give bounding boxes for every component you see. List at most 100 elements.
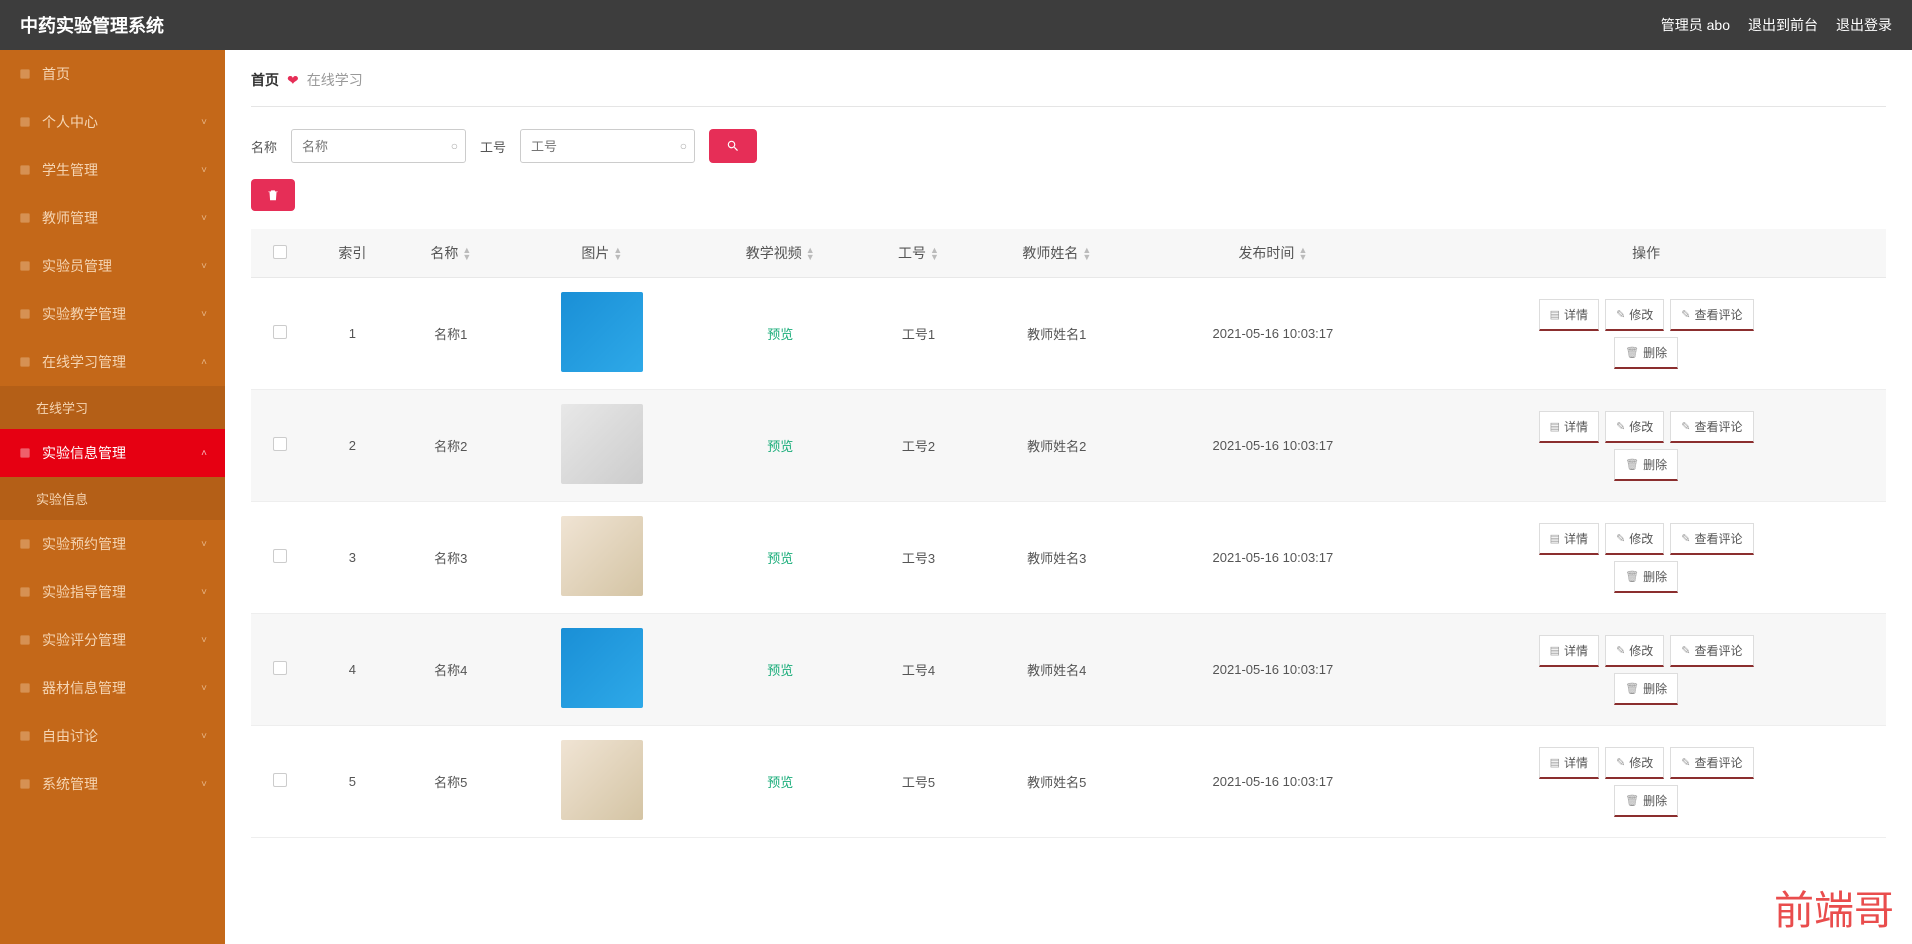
trash-icon xyxy=(266,188,280,202)
sidebar-item-label: 实验员管理 xyxy=(42,256,112,276)
thumbnail-image[interactable] xyxy=(561,740,643,820)
sidebar-item-label: 在线学习管理 xyxy=(42,352,126,372)
edit-button[interactable]: ✎修改 xyxy=(1605,299,1664,331)
comments-button[interactable]: ✎查看评论 xyxy=(1670,523,1753,555)
mic-icon xyxy=(18,537,32,551)
row-checkbox[interactable] xyxy=(273,325,287,339)
sidebar-item-6[interactable]: 在线学习管理˄ xyxy=(0,338,225,386)
sidebar-item-11[interactable]: 器材信息管理˅ xyxy=(0,664,225,712)
comments-button[interactable]: ✎查看评论 xyxy=(1670,299,1753,331)
sidebar-item-label: 实验指导管理 xyxy=(42,582,126,602)
detail-button[interactable]: ▤详情 xyxy=(1539,299,1599,331)
search-id-input[interactable] xyxy=(520,129,695,163)
thumbnail-image[interactable] xyxy=(561,292,643,372)
logout-front-link[interactable]: 退出到前台 xyxy=(1748,15,1818,35)
preview-link[interactable]: 预览 xyxy=(767,551,793,566)
select-all-checkbox[interactable] xyxy=(273,245,287,259)
sidebar-item-2[interactable]: 学生管理˅ xyxy=(0,146,225,194)
breadcrumb-home[interactable]: 首页 xyxy=(251,70,279,90)
preview-link[interactable]: 预览 xyxy=(767,663,793,678)
thumbnail-image[interactable] xyxy=(561,628,643,708)
sidebar-item-3[interactable]: 教师管理˅ xyxy=(0,194,225,242)
bulk-delete-button[interactable] xyxy=(251,179,295,211)
cell-name: 名称2 xyxy=(395,390,506,502)
delete-button[interactable]: 🗑删除 xyxy=(1614,337,1678,369)
clock-icon xyxy=(18,633,32,647)
col-image[interactable]: 图片 xyxy=(506,229,697,278)
edit-icon: ✎ xyxy=(1616,644,1625,657)
col-teacher[interactable]: 教师姓名 xyxy=(974,229,1140,278)
sidebar-item-5[interactable]: 实验教学管理˅ xyxy=(0,290,225,338)
delete-button[interactable]: 🗑删除 xyxy=(1614,673,1678,705)
data-table: 索引 名称 图片 教学视频 工号 教师姓名 发布时间 操作 1 名称1 预览 工… xyxy=(251,229,1886,838)
edit-button[interactable]: ✎修改 xyxy=(1605,635,1664,667)
sidebar-subitem[interactable]: 实验信息 xyxy=(0,477,225,520)
table-row: 2 名称2 预览 工号2 教师姓名2 2021-05-16 10:03:17 ▤… xyxy=(251,390,1886,502)
table-row: 1 名称1 预览 工号1 教师姓名1 2021-05-16 10:03:17 ▤… xyxy=(251,278,1886,390)
table-header-row: 索引 名称 图片 教学视频 工号 教师姓名 发布时间 操作 xyxy=(251,229,1886,278)
sidebar-subitem[interactable]: 在线学习 xyxy=(0,386,225,429)
cell-publish: 2021-05-16 10:03:17 xyxy=(1140,502,1407,614)
edit-icon: ✎ xyxy=(1616,756,1625,769)
admin-link[interactable]: 管理员 abo xyxy=(1661,15,1730,35)
search-name-input[interactable] xyxy=(291,129,466,163)
sidebar-item-10[interactable]: 实验评分管理˅ xyxy=(0,616,225,664)
edit-button[interactable]: ✎修改 xyxy=(1605,411,1664,443)
sidebar-item-0[interactable]: 首页 xyxy=(0,50,225,98)
sidebar-item-1[interactable]: 个人中心˅ xyxy=(0,98,225,146)
breadcrumb-current: 在线学习 xyxy=(307,70,363,90)
cell-index: 3 xyxy=(310,502,396,614)
table-row: 3 名称3 预览 工号3 教师姓名3 2021-05-16 10:03:17 ▤… xyxy=(251,502,1886,614)
comment-icon: ✎ xyxy=(1681,308,1690,321)
sidebar-item-7[interactable]: 实验信息管理˄ xyxy=(0,429,225,477)
gear-icon xyxy=(18,446,32,460)
search-button[interactable] xyxy=(709,129,757,163)
preview-link[interactable]: 预览 xyxy=(767,327,793,342)
sidebar-item-label: 首页 xyxy=(42,64,70,84)
detail-button[interactable]: ▤详情 xyxy=(1539,747,1599,779)
sidebar-item-8[interactable]: 实验预约管理˅ xyxy=(0,520,225,568)
preview-link[interactable]: 预览 xyxy=(767,439,793,454)
header: 中药实验管理系统 管理员 abo 退出到前台 退出登录 xyxy=(0,0,1912,50)
preview-link[interactable]: 预览 xyxy=(767,775,793,790)
comments-button[interactable]: ✎查看评论 xyxy=(1670,635,1753,667)
sidebar-item-label: 自由讨论 xyxy=(42,726,98,746)
delete-button[interactable]: 🗑删除 xyxy=(1614,785,1678,817)
comments-button[interactable]: ✎查看评论 xyxy=(1670,411,1753,443)
logout-link[interactable]: 退出登录 xyxy=(1836,15,1892,35)
delete-button[interactable]: 🗑删除 xyxy=(1614,561,1678,593)
edit-button[interactable]: ✎修改 xyxy=(1605,747,1664,779)
col-publish[interactable]: 发布时间 xyxy=(1140,229,1407,278)
col-name[interactable]: 名称 xyxy=(395,229,506,278)
list-icon xyxy=(18,585,32,599)
edit-icon: ✎ xyxy=(1616,308,1625,321)
row-checkbox[interactable] xyxy=(273,661,287,675)
cell-index: 2 xyxy=(310,390,396,502)
comments-button[interactable]: ✎查看评论 xyxy=(1670,747,1753,779)
row-checkbox[interactable] xyxy=(273,549,287,563)
sidebar-item-4[interactable]: 实验员管理˅ xyxy=(0,242,225,290)
detail-button[interactable]: ▤详情 xyxy=(1539,635,1599,667)
menu-icon xyxy=(18,777,32,791)
detail-button[interactable]: ▤详情 xyxy=(1539,523,1599,555)
row-checkbox[interactable] xyxy=(273,773,287,787)
cell-workid: 工号5 xyxy=(863,726,974,838)
thumbnail-image[interactable] xyxy=(561,404,643,484)
chevron-down-icon: ˅ xyxy=(201,539,207,550)
col-workid[interactable]: 工号 xyxy=(863,229,974,278)
cell-image xyxy=(506,390,697,502)
sidebar-item-9[interactable]: 实验指导管理˅ xyxy=(0,568,225,616)
edit-button[interactable]: ✎修改 xyxy=(1605,523,1664,555)
delete-button[interactable]: 🗑删除 xyxy=(1614,449,1678,481)
sidebar-item-13[interactable]: 系统管理˅ xyxy=(0,760,225,808)
col-index[interactable]: 索引 xyxy=(310,229,396,278)
sidebar-item-12[interactable]: 自由讨论˅ xyxy=(0,712,225,760)
detail-button[interactable]: ▤详情 xyxy=(1539,411,1599,443)
sidebar-item-label: 实验评分管理 xyxy=(42,630,126,650)
trash-icon: 🗑 xyxy=(1625,570,1639,583)
thumbnail-image[interactable] xyxy=(561,516,643,596)
col-video[interactable]: 教学视频 xyxy=(697,229,863,278)
row-checkbox[interactable] xyxy=(273,437,287,451)
cell-publish: 2021-05-16 10:03:17 xyxy=(1140,726,1407,838)
cell-workid: 工号3 xyxy=(863,502,974,614)
